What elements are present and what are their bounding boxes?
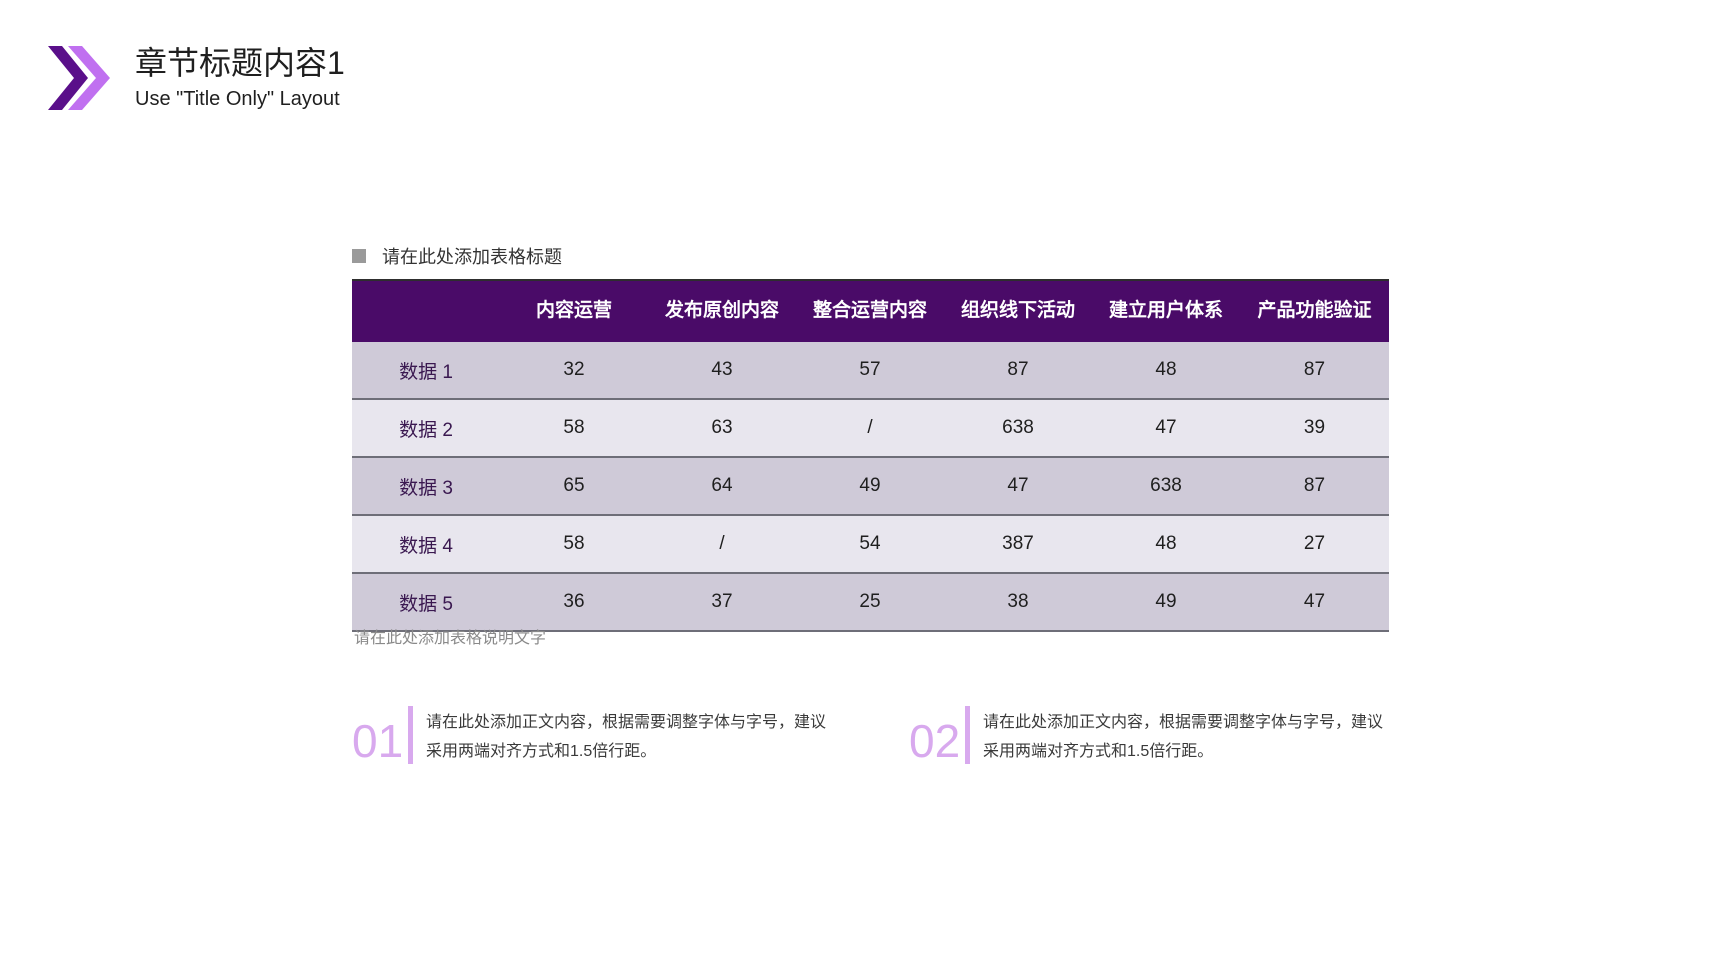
accent-bar	[408, 706, 413, 764]
table-row: 数据 1 32 43 57 87 48 87	[352, 342, 1389, 400]
table-cell: 64	[648, 457, 796, 516]
table-cell: 48	[1092, 342, 1240, 400]
table-cell: 36	[500, 573, 648, 632]
table-caption: 请在此处添加表格标题	[382, 247, 562, 267]
table-cell: 32	[500, 342, 648, 400]
table-cell: /	[796, 399, 944, 458]
table-cell: 57	[796, 342, 944, 400]
table-row: 数据 5 36 37 25 38 49 47	[352, 573, 1389, 632]
table-caption-row: 请在此处添加表格标题	[352, 243, 562, 269]
text-block-2: 02 请在此处添加正文内容，根据需要调整字体与字号，建议采用两端对齐方式和1.5…	[909, 702, 1393, 766]
table-cell: 54	[796, 515, 944, 574]
row-label: 数据 4	[352, 515, 500, 574]
table-header-row: 内容运营 发布原创内容 整合运营内容 组织线下活动 建立用户体系 产品功能验证	[352, 279, 1389, 342]
column-header: 整合运营内容	[796, 279, 944, 342]
table-cell: 638	[944, 399, 1092, 458]
table-cell: 47	[1092, 399, 1240, 458]
table-row: 数据 2 58 63 / 638 47 39	[352, 399, 1389, 458]
table-cell: 39	[1240, 399, 1389, 458]
row-label: 数据 5	[352, 573, 500, 632]
table-cell: 87	[1240, 342, 1389, 400]
double-chevron-right-icon	[48, 46, 110, 110]
block-text: 请在此处添加正文内容，根据需要调整字体与字号，建议采用两端对齐方式和1.5倍行距…	[983, 714, 1384, 760]
table-cell: /	[648, 515, 796, 574]
table-cell: 49	[796, 457, 944, 516]
column-header	[352, 279, 500, 342]
table-cell: 25	[796, 573, 944, 632]
column-header: 发布原创内容	[648, 279, 796, 342]
column-header: 建立用户体系	[1092, 279, 1240, 342]
page-title: 章节标题内容1	[135, 45, 345, 81]
table-cell: 27	[1240, 515, 1389, 574]
data-table: 内容运营 发布原创内容 整合运营内容 组织线下活动 建立用户体系 产品功能验证 …	[352, 279, 1389, 632]
table-cell: 48	[1092, 515, 1240, 574]
table-cell: 387	[944, 515, 1092, 574]
table-row: 数据 4 58 / 54 387 48 27	[352, 515, 1389, 574]
bullet-square-icon	[352, 249, 366, 263]
table-cell: 58	[500, 515, 648, 574]
table-cell: 47	[1240, 573, 1389, 632]
column-header: 产品功能验证	[1240, 279, 1389, 342]
row-label: 数据 3	[352, 457, 500, 516]
column-header: 组织线下活动	[944, 279, 1092, 342]
table-row: 数据 3 65 64 49 47 638 87	[352, 457, 1389, 516]
table-note: 请在此处添加表格说明文字	[354, 630, 547, 647]
column-header: 内容运营	[500, 279, 648, 342]
table-cell: 638	[1092, 457, 1240, 516]
table-cell: 49	[1092, 573, 1240, 632]
block-text: 请在此处添加正文内容，根据需要调整字体与字号，建议采用两端对齐方式和1.5倍行距…	[426, 714, 827, 760]
row-label: 数据 1	[352, 342, 500, 400]
table-cell: 58	[500, 399, 648, 458]
text-block-1: 01 请在此处添加正文内容，根据需要调整字体与字号，建议采用两端对齐方式和1.5…	[352, 702, 836, 766]
block-number: 01	[352, 715, 404, 767]
block-number: 02	[909, 715, 961, 767]
table-cell: 38	[944, 573, 1092, 632]
accent-bar	[965, 706, 970, 764]
table-cell: 87	[944, 342, 1092, 400]
table-cell: 63	[648, 399, 796, 458]
table-cell: 65	[500, 457, 648, 516]
row-label: 数据 2	[352, 399, 500, 458]
table-cell: 43	[648, 342, 796, 400]
table-cell: 37	[648, 573, 796, 632]
table-cell: 47	[944, 457, 1092, 516]
table-cell: 87	[1240, 457, 1389, 516]
page-subtitle: Use "Title Only" Layout	[135, 88, 340, 110]
